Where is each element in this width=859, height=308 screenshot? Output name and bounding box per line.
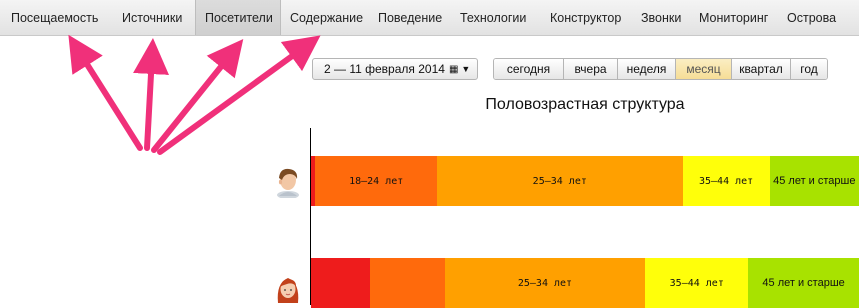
bar-segment-1-2[interactable]: 25–34 лет — [444, 258, 646, 308]
male-avatar-icon — [277, 168, 299, 198]
period-0[interactable]: сегодня — [494, 59, 563, 79]
period-3[interactable]: месяц — [675, 59, 731, 79]
bar-segment-0-1[interactable]: 18–24 лет — [315, 156, 438, 206]
nav-item-1[interactable]: Источники — [113, 0, 195, 35]
bar-segment-1-3[interactable]: 35–44 лет — [645, 258, 749, 308]
nav-item-2[interactable]: Посетители — [195, 0, 281, 35]
arrow-to-attendance — [68, 34, 143, 151]
bar-row-0: 18–24 лет 25–34 лет 35–44 лет 45 лет и стар… — [311, 156, 859, 206]
period-5[interactable]: год — [790, 59, 827, 79]
bar-segment-0-2[interactable]: 25–34 лет — [437, 156, 683, 206]
bar-row-1: 25–34 лет 35–44 лет 45 лет и старше — [311, 258, 859, 308]
period-4[interactable]: квартал — [731, 59, 790, 79]
date-range-label: 2 — 11 февраля 2014 — [324, 62, 445, 76]
nav-item-3[interactable]: Содержание — [281, 0, 369, 35]
nav-item-9[interactable]: Острова — [778, 0, 848, 35]
arrow-to-visitors — [151, 38, 244, 153]
bar-segment-1-1[interactable] — [370, 258, 445, 308]
nav-item-5[interactable]: Технологии — [451, 0, 541, 35]
chart-title: Половозрастная структура — [485, 96, 685, 113]
period-selector: сегодня вчера неделя месяц квартал год — [493, 58, 828, 80]
nav-item-8[interactable]: Мониторинг — [690, 0, 778, 35]
arrow-to-content — [157, 35, 321, 155]
nav-item-7[interactable]: Звонки — [632, 0, 690, 35]
chevron-down-icon: ▼ — [461, 64, 471, 74]
nav-item-6[interactable]: Конструктор — [541, 0, 632, 35]
period-2[interactable]: неделя — [617, 59, 675, 79]
calendar-icon: ▦ — [448, 63, 459, 75]
date-range-picker[interactable]: 2 — 11 февраля 2014 ▦ ▼ — [312, 58, 479, 80]
arrow-to-sources — [133, 38, 169, 151]
nav-item-0[interactable]: Посещаемость — [0, 0, 113, 35]
bar-segment-0-3[interactable]: 35–44 лет — [682, 156, 770, 206]
period-1[interactable]: вчера — [563, 59, 617, 79]
nav-item-4[interactable]: Поведение — [369, 0, 451, 35]
top-nav: Посещаемость Источники Посетители Содержани… — [0, 0, 859, 36]
bar-segment-0-4[interactable]: 45 лет и старше — [769, 156, 859, 206]
bar-segment-1-0[interactable] — [311, 258, 371, 308]
bar-segment-1-4[interactable]: 45 лет и старше — [748, 258, 859, 308]
female-avatar-icon — [277, 278, 299, 303]
